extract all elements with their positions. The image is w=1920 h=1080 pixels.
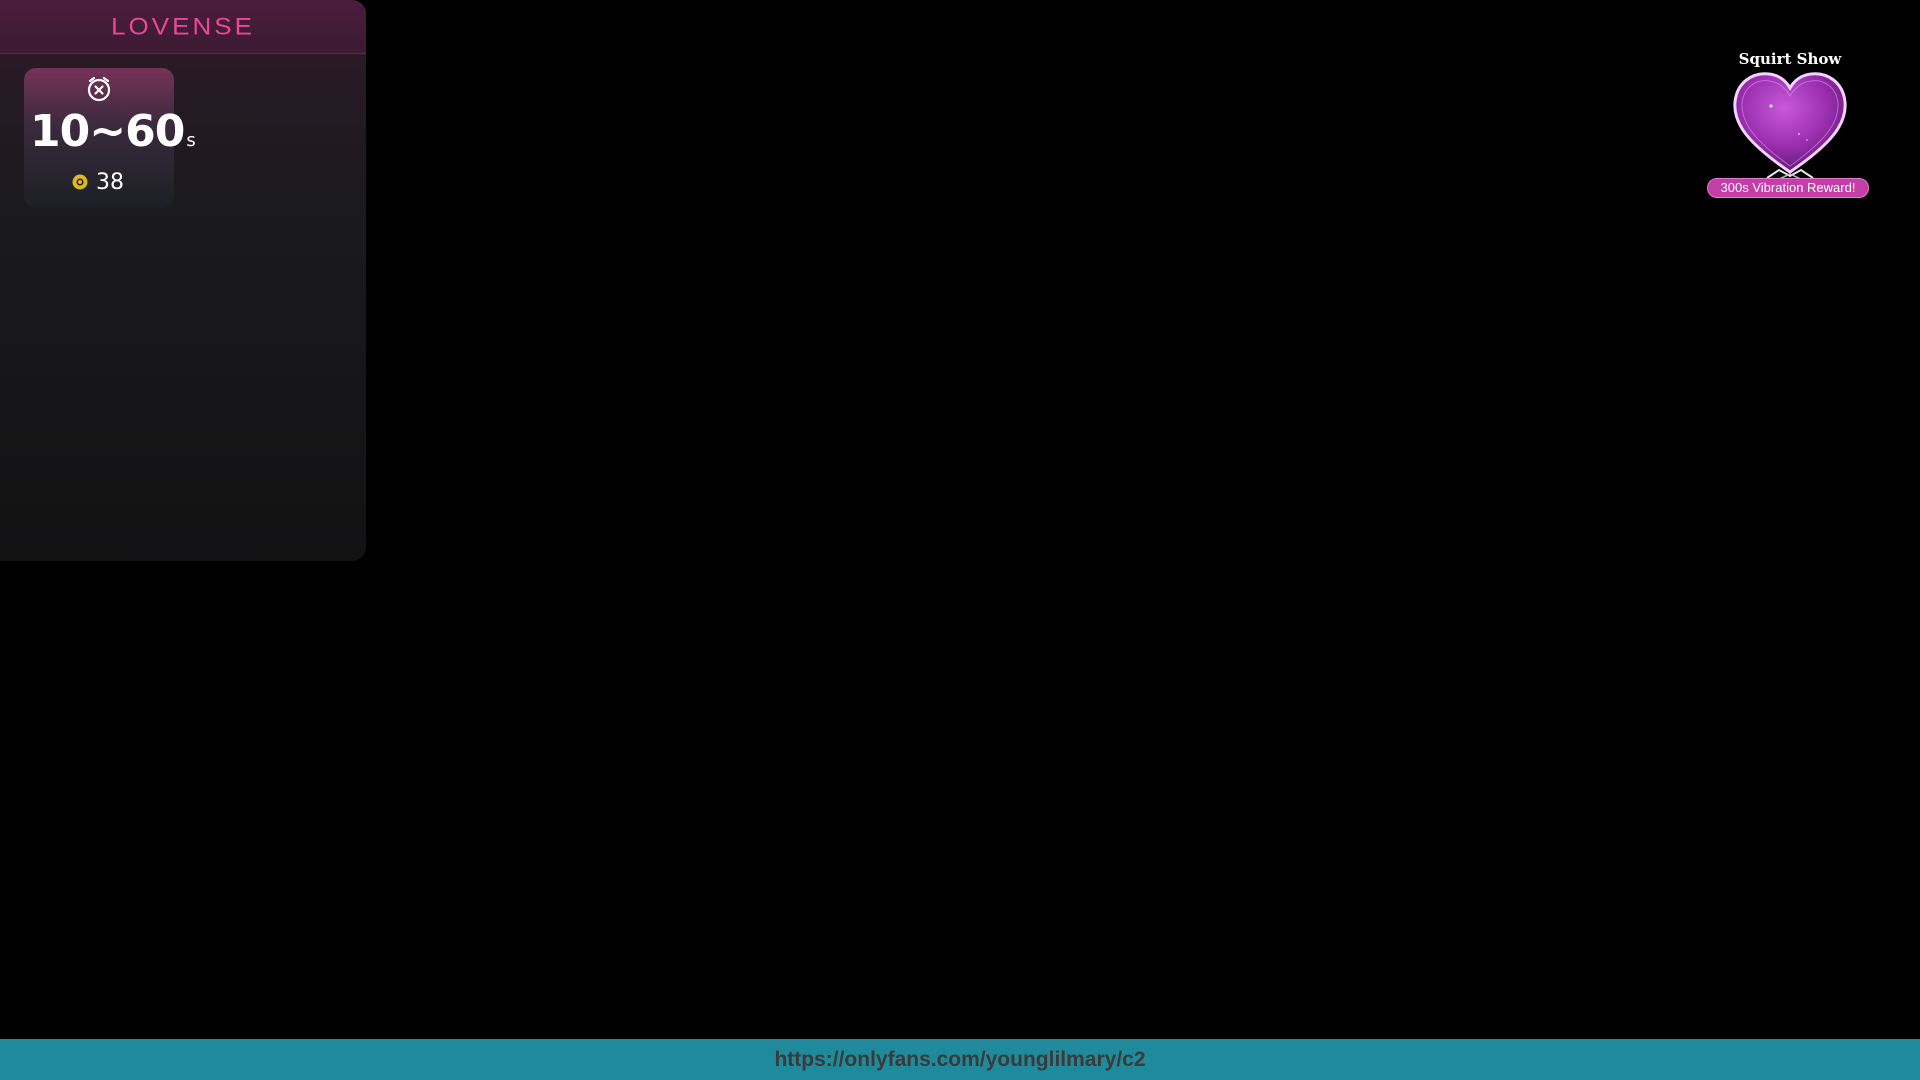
lovense-header: LOVENSE xyxy=(0,0,366,54)
token-cost-value: 38 xyxy=(96,169,124,195)
duration-unit: s xyxy=(186,130,196,151)
vibration-level-card[interactable]: 10~60 s 38 xyxy=(24,68,196,208)
duration-range-value: 10~60 xyxy=(30,106,185,157)
squirt-show-widget[interactable]: Squirt Show 300s Vibration Reward! xyxy=(1705,48,1875,202)
alarm-clock-icon xyxy=(87,76,111,102)
promo-url[interactable]: https://onlyfans.com/younglilmary/c2 xyxy=(774,1048,1145,1072)
reward-badge: 300s Vibration Reward! xyxy=(1707,178,1869,198)
heart-icon xyxy=(1733,72,1847,183)
coin-icon xyxy=(72,174,88,190)
lovense-panel: LOVENSE 10~60 s 38 xyxy=(0,0,366,561)
duration-range: 10~60 s xyxy=(30,106,196,162)
token-cost: 38 xyxy=(72,168,124,196)
video-overlay-stage: LOVENSE 10~60 s 38 Squirt Show 300s Vibr… xyxy=(0,0,1920,1080)
lovense-logo: LOVENSE xyxy=(111,12,255,40)
url-banner: https://onlyfans.com/younglilmary/c2 xyxy=(0,1039,1920,1080)
